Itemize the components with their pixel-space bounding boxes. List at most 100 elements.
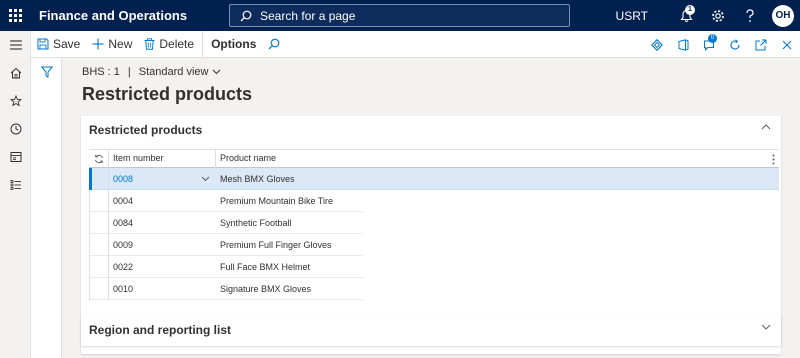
- company-picker[interactable]: USRT: [616, 9, 648, 23]
- item-number-cell[interactable]: 0084: [109, 212, 216, 234]
- item-number-cell[interactable]: 0022: [109, 256, 216, 278]
- messages-button[interactable]: 0: [696, 31, 722, 58]
- settings-button[interactable]: [702, 0, 734, 31]
- page-title: Restricted products: [82, 84, 253, 104]
- region-reporting-header[interactable]: Region and reporting list: [81, 316, 781, 344]
- product-name-cell: Premium Full Finger Gloves: [220, 239, 332, 250]
- nav-recent-button[interactable]: [0, 115, 31, 143]
- more-options-icon[interactable]: [772, 154, 775, 165]
- record-caption: BHS : 1: [82, 66, 120, 78]
- workspace-icon: [10, 152, 21, 162]
- product-name-cell: Signature BMX Gloves: [220, 283, 312, 294]
- new-button[interactable]: New: [86, 31, 138, 58]
- table-row[interactable]: 0022 Full Face BMX Helmet: [89, 255, 363, 278]
- question-mark-icon: [746, 8, 754, 22]
- office-icon: [678, 38, 688, 51]
- grid-header-row: Item number Product name: [89, 149, 779, 168]
- region-reporting-section[interactable]: Region and reporting list: [81, 316, 781, 346]
- save-button[interactable]: Save: [31, 31, 86, 58]
- product-name-cell: Synthetic Football: [220, 217, 292, 228]
- options-button[interactable]: Options: [202, 30, 262, 58]
- product-name-cell: Mesh BMX Gloves: [220, 173, 295, 184]
- row-selector[interactable]: [89, 233, 109, 256]
- row-selector[interactable]: [89, 189, 109, 212]
- search-icon: [240, 10, 252, 22]
- new-label: New: [108, 37, 133, 51]
- search-input[interactable]: Search for a page: [229, 4, 570, 27]
- open-new-window-icon: [755, 39, 767, 50]
- save-label: Save: [53, 37, 81, 51]
- delete-button[interactable]: Delete: [138, 31, 200, 58]
- star-icon: [9, 95, 22, 107]
- close-icon: [782, 40, 792, 49]
- left-navigation-rail: [0, 31, 31, 358]
- restricted-products-header[interactable]: Restricted products: [81, 116, 781, 144]
- chevron-down-icon[interactable]: [212, 69, 221, 75]
- app-title[interactable]: Finance and Operations: [39, 8, 229, 23]
- table-row[interactable]: 0009 Premium Full Finger Gloves: [89, 233, 363, 256]
- column-header-product-name[interactable]: Product name: [216, 149, 363, 168]
- section-title: Restricted products: [89, 123, 203, 137]
- column-header-item-number[interactable]: Item number: [109, 149, 216, 168]
- app-launcher-button[interactable]: [0, 0, 31, 31]
- close-button[interactable]: [774, 31, 800, 58]
- open-in-new-window-button[interactable]: [748, 31, 774, 58]
- trash-icon: [144, 38, 155, 50]
- row-selector[interactable]: [89, 277, 109, 300]
- view-selector-line: BHS : 1 | Standard view: [82, 66, 221, 78]
- save-icon: [37, 38, 49, 50]
- office-button[interactable]: [670, 31, 696, 58]
- chevron-down-icon[interactable]: [201, 176, 210, 182]
- item-number-cell[interactable]: 0009: [109, 234, 216, 256]
- table-row[interactable]: 0008 Mesh BMX Gloves: [89, 167, 779, 190]
- power-apps-button[interactable]: [644, 31, 670, 58]
- row-selector[interactable]: [89, 167, 109, 190]
- avatar[interactable]: OH: [772, 4, 794, 27]
- top-navigation-bar: Finance and Operations Search for a page…: [0, 0, 800, 31]
- item-number-cell[interactable]: 0008: [109, 168, 216, 190]
- filter-pane: [31, 58, 62, 358]
- message-badge: 0: [708, 34, 717, 43]
- plus-icon: [92, 38, 104, 50]
- notifications-button[interactable]: 1: [670, 0, 702, 31]
- show-filters-button[interactable]: [31, 58, 62, 86]
- table-row[interactable]: 0004 Premium Mountain Bike Tire: [89, 189, 363, 212]
- search-placeholder: Search for a page: [260, 8, 356, 23]
- help-button[interactable]: [734, 0, 766, 31]
- view-selector[interactable]: Standard view: [139, 66, 209, 78]
- item-number-cell[interactable]: 0010: [109, 278, 216, 300]
- refresh-icon: [94, 154, 103, 163]
- action-pane: Save New Delete Options 0: [31, 30, 800, 58]
- diamond-icon: [651, 38, 663, 51]
- waffle-icon: [9, 9, 22, 22]
- chevron-up-icon[interactable]: [761, 124, 771, 130]
- table-row[interactable]: 0010 Signature BMX Gloves: [89, 277, 363, 300]
- delete-label: Delete: [159, 37, 195, 51]
- row-selector[interactable]: [89, 211, 109, 234]
- item-number-cell[interactable]: 0004: [109, 190, 216, 212]
- grid-refresh-button[interactable]: [89, 149, 109, 168]
- clock-icon: [10, 123, 21, 135]
- row-selector[interactable]: [89, 255, 109, 278]
- refresh-icon: [730, 38, 740, 50]
- gear-icon: [712, 9, 724, 22]
- restricted-products-grid: Item number Product name 0008 Mesh BMX G…: [89, 149, 779, 300]
- refresh-button[interactable]: [722, 31, 748, 58]
- hamburger-icon: [9, 40, 22, 50]
- nav-favorites-button[interactable]: [0, 87, 31, 115]
- nav-modules-button[interactable]: [0, 171, 31, 199]
- caption-separator: |: [127, 66, 131, 78]
- table-row[interactable]: 0084 Synthetic Football: [89, 211, 363, 234]
- product-name-cell: Premium Mountain Bike Tire: [220, 195, 334, 206]
- nav-workspaces-button[interactable]: [0, 143, 31, 171]
- content-area: BHS : 1 | Standard view Restricted produ…: [62, 58, 800, 358]
- home-icon: [10, 67, 21, 79]
- section-title: Region and reporting list: [89, 323, 232, 337]
- notification-badge: 1: [685, 5, 695, 15]
- action-search-button[interactable]: [262, 31, 286, 58]
- product-name-cell: Full Face BMX Helmet: [220, 261, 311, 272]
- nav-home-button[interactable]: [0, 59, 31, 87]
- chevron-down-icon[interactable]: [761, 324, 771, 330]
- list-icon: [10, 180, 21, 190]
- expand-navigation-button[interactable]: [0, 31, 31, 59]
